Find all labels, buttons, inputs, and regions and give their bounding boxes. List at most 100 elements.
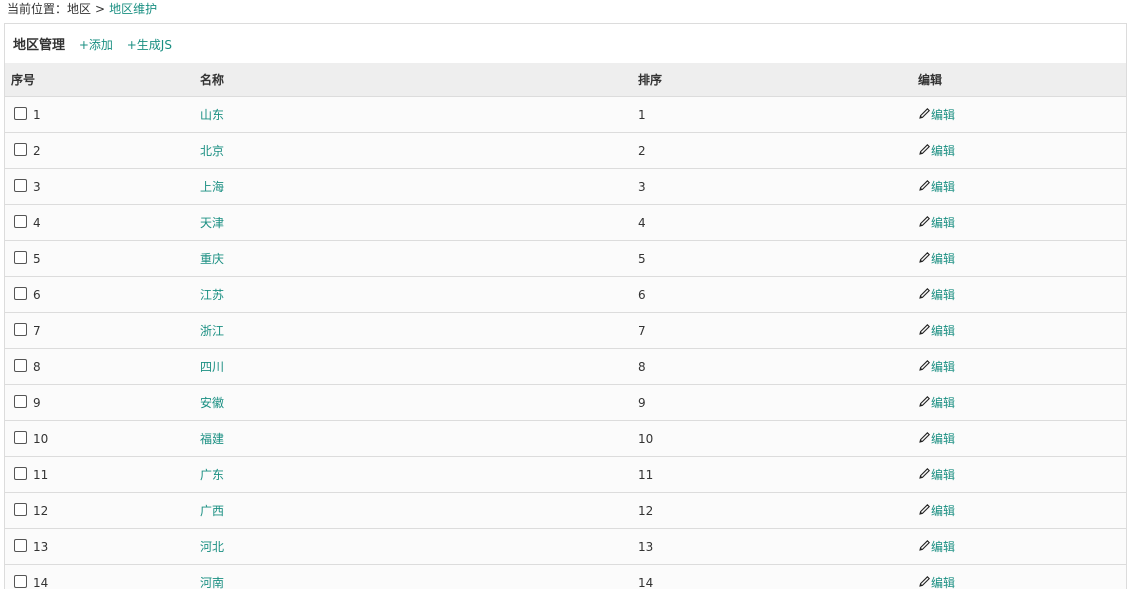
row-order-cell: 2: [632, 133, 912, 169]
edit-link[interactable]: 编辑: [918, 396, 955, 410]
row-order-cell: 14: [632, 565, 912, 589]
row-id-cell: 7: [5, 313, 194, 349]
region-name-link[interactable]: 福建: [200, 432, 224, 446]
row-order-cell: 10: [632, 421, 912, 457]
row-checkbox[interactable]: [14, 395, 27, 408]
edit-label: 编辑: [931, 180, 955, 194]
region-name-link[interactable]: 北京: [200, 144, 224, 158]
table-row: 8 四川 8 编辑: [5, 349, 1126, 385]
column-header-order: 排序: [632, 63, 912, 97]
pencil-icon: [918, 143, 931, 156]
row-checkbox[interactable]: [14, 431, 27, 444]
row-order-cell: 7: [632, 313, 912, 349]
region-name-link[interactable]: 江苏: [200, 288, 224, 302]
region-name-link[interactable]: 广东: [200, 468, 224, 482]
row-id-cell: 6: [5, 277, 194, 313]
breadcrumb-prefix: 当前位置：: [7, 2, 67, 16]
edit-link[interactable]: 编辑: [918, 108, 955, 122]
region-name-link[interactable]: 浙江: [200, 324, 224, 338]
row-checkbox[interactable]: [14, 251, 27, 264]
table-row: 2 北京 2 编辑: [5, 133, 1126, 169]
region-panel: 地区管理 +添加 +生成JS 序号 名称 排序 编辑 1山东1编辑2北京2编辑3…: [4, 23, 1127, 589]
edit-link[interactable]: 编辑: [918, 468, 955, 482]
pencil-icon: [918, 107, 931, 120]
edit-label: 编辑: [931, 504, 955, 518]
region-name-link[interactable]: 上海: [200, 180, 224, 194]
pencil-icon: [918, 179, 931, 192]
region-name-link[interactable]: 广西: [200, 504, 224, 518]
row-id-cell: 9: [5, 385, 194, 421]
region-name-link[interactable]: 河北: [200, 540, 224, 554]
region-name-link[interactable]: 河南: [200, 576, 224, 589]
edit-link[interactable]: 编辑: [918, 324, 955, 338]
row-id: 1: [33, 108, 41, 122]
row-checkbox[interactable]: [14, 215, 27, 228]
row-checkbox[interactable]: [14, 539, 27, 552]
region-name-link[interactable]: 山东: [200, 108, 224, 122]
edit-link[interactable]: 编辑: [918, 360, 955, 374]
row-order: 6: [638, 288, 646, 302]
breadcrumb-parent-link[interactable]: 地区: [67, 2, 91, 16]
generate-js-link[interactable]: +生成JS: [127, 38, 172, 52]
row-name-cell: 山东: [194, 97, 632, 133]
row-id-cell: 13: [5, 529, 194, 565]
edit-label: 编辑: [931, 360, 955, 374]
row-checkbox[interactable]: [14, 107, 27, 120]
row-id: 8: [33, 360, 41, 374]
breadcrumb-current-link[interactable]: 地区维护: [109, 2, 157, 16]
row-checkbox[interactable]: [14, 359, 27, 372]
row-order-cell: 4: [632, 205, 912, 241]
row-id: 12: [33, 504, 48, 518]
breadcrumb-separator: >: [95, 2, 105, 16]
table-row: 9 安徽 9 编辑: [5, 385, 1126, 421]
row-checkbox[interactable]: [14, 467, 27, 480]
row-checkbox[interactable]: [14, 179, 27, 192]
row-checkbox[interactable]: [14, 323, 27, 336]
edit-link[interactable]: 编辑: [918, 432, 955, 446]
row-edit-cell: 编辑: [912, 277, 1126, 313]
region-name-link[interactable]: 重庆: [200, 252, 224, 266]
edit-link[interactable]: 编辑: [918, 252, 955, 266]
add-region-link[interactable]: +添加: [79, 38, 113, 52]
row-order: 1: [638, 108, 646, 122]
edit-link[interactable]: 编辑: [918, 216, 955, 230]
edit-link[interactable]: 编辑: [918, 288, 955, 302]
edit-link[interactable]: 编辑: [918, 180, 955, 194]
row-id: 4: [33, 216, 41, 230]
row-checkbox[interactable]: [14, 287, 27, 300]
region-table: 序号 名称 排序 编辑 1山东1编辑2北京2编辑3上海3编辑4天津4编辑5重庆5…: [5, 63, 1126, 589]
pencil-icon: [918, 575, 931, 588]
row-order: 9: [638, 396, 646, 410]
row-name-cell: 北京: [194, 133, 632, 169]
table-row: 7 浙江 7 编辑: [5, 313, 1126, 349]
row-id-cell: 12: [5, 493, 194, 529]
edit-label: 编辑: [931, 468, 955, 482]
table-row: 6 江苏 6 编辑: [5, 277, 1126, 313]
row-name-cell: 重庆: [194, 241, 632, 277]
row-name-cell: 河北: [194, 529, 632, 565]
row-order: 8: [638, 360, 646, 374]
row-edit-cell: 编辑: [912, 205, 1126, 241]
row-order: 14: [638, 576, 653, 589]
row-name-cell: 浙江: [194, 313, 632, 349]
row-id-cell: 2: [5, 133, 194, 169]
edit-label: 编辑: [931, 432, 955, 446]
edit-link[interactable]: 编辑: [918, 504, 955, 518]
region-name-link[interactable]: 四川: [200, 360, 224, 374]
edit-link[interactable]: 编辑: [918, 540, 955, 554]
region-name-link[interactable]: 天津: [200, 216, 224, 230]
pencil-icon: [918, 467, 931, 480]
row-edit-cell: 编辑: [912, 385, 1126, 421]
edit-link[interactable]: 编辑: [918, 576, 955, 589]
row-checkbox[interactable]: [14, 575, 27, 588]
edit-label: 编辑: [931, 144, 955, 158]
edit-link[interactable]: 编辑: [918, 144, 955, 158]
row-checkbox[interactable]: [14, 503, 27, 516]
row-order: 12: [638, 504, 653, 518]
pencil-icon: [918, 359, 931, 372]
row-name-cell: 上海: [194, 169, 632, 205]
row-checkbox[interactable]: [14, 143, 27, 156]
row-id: 9: [33, 396, 41, 410]
region-name-link[interactable]: 安徽: [200, 396, 224, 410]
pencil-icon: [918, 539, 931, 552]
